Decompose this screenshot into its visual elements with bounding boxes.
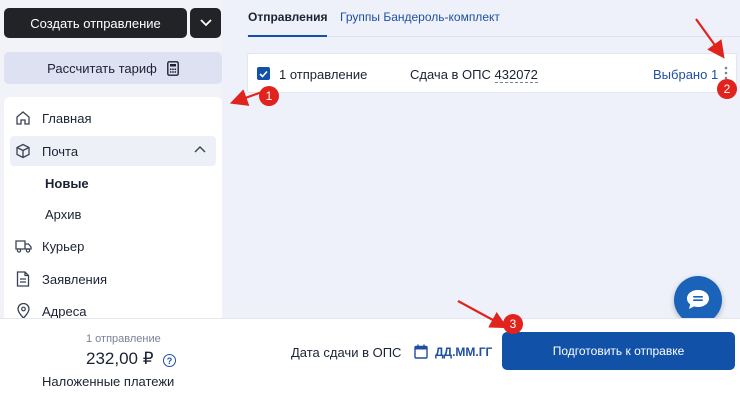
row-selected-count[interactable]: Выбрано 1: [653, 67, 718, 82]
create-dropdown-button[interactable]: [190, 8, 221, 38]
help-icon[interactable]: ?: [163, 354, 176, 367]
truck-icon: [14, 237, 32, 255]
bottom-summary-bar: 1 отправление 232,00 ₽ ? Наложенные плат…: [0, 318, 740, 393]
calculate-tariff-label: Рассчитать тариф: [47, 60, 157, 76]
summary-price: 232,00 ₽: [86, 349, 154, 368]
ops-number-link[interactable]: 432072: [494, 67, 538, 83]
calculate-tariff-button[interactable]: Рассчитать тариф: [4, 52, 222, 84]
sidebar-item-courier[interactable]: Курьер: [10, 231, 216, 261]
chat-button[interactable]: [674, 276, 722, 324]
checkmark-icon: [259, 70, 268, 78]
annotation-marker-2: 2: [717, 79, 737, 99]
sidebar-item-label: Главная: [42, 110, 92, 126]
row-checkbox[interactable]: [257, 67, 270, 80]
sidebar-item-home[interactable]: Главная: [10, 103, 216, 133]
home-icon: [14, 109, 32, 127]
chat-icon: [687, 290, 709, 309]
row-shipment-count: 1 отправление: [279, 67, 368, 82]
sidebar-item-applications[interactable]: Заявления: [10, 264, 216, 294]
tab-bar: Отправления Группы Бандероль-комплект: [247, 0, 740, 37]
sidebar-item-label: Курьер: [42, 238, 85, 254]
sidebar-item-label: Адреса: [42, 303, 87, 319]
package-icon: [14, 142, 32, 160]
calculator-icon: [166, 60, 179, 76]
summary-count: 1 отправление: [86, 333, 161, 345]
submission-date-label: Дата сдачи в ОПС: [291, 345, 402, 360]
sidebar-subitem-new[interactable]: Новые: [45, 176, 89, 191]
sidebar-subitem-cod[interactable]: Наложенные платежи: [42, 374, 174, 389]
shipment-group-row: 1 отправление Сдача в ОПС 432072 Выбрано…: [247, 53, 737, 93]
sidebar-item-label: Заявления: [42, 271, 108, 287]
ops-label: Сдача в ОПС: [410, 67, 491, 82]
create-shipment-button[interactable]: Создать отправление: [4, 8, 187, 38]
chevron-down-icon: [199, 19, 212, 27]
prepare-for-shipping-button[interactable]: Подготовить к отправке: [502, 332, 735, 370]
tab-parcel-groups[interactable]: Группы Бандероль-комплект: [340, 10, 500, 24]
sidebar-item-label: Почта: [42, 143, 79, 159]
row-ops-info: Сдача в ОПС 432072: [410, 67, 538, 83]
sidebar-item-mail[interactable]: Почта: [10, 136, 216, 166]
calendar-icon[interactable]: [414, 344, 428, 359]
annotation-marker-3: 3: [503, 314, 523, 334]
sidebar-subitem-archive[interactable]: Архив: [45, 207, 81, 222]
submission-date-picker[interactable]: ДД.ММ.ГГ: [435, 345, 492, 359]
tab-shipments[interactable]: Отправления: [248, 10, 328, 37]
annotation-marker-1: 1: [259, 86, 279, 106]
chevron-up-icon[interactable]: [194, 144, 206, 156]
document-icon: [14, 270, 32, 288]
